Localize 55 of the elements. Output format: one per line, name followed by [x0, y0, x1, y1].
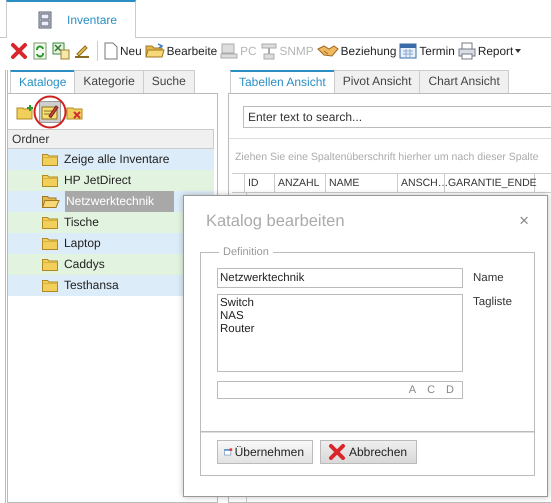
field-label: Tagliste [473, 295, 512, 310]
panel-tab[interactable]: Kategorie [74, 70, 144, 93]
view-tab[interactable]: Tabellen Ansicht [230, 70, 335, 93]
search-field[interactable]: Enter text to search... [243, 106, 551, 128]
toolbar-button[interactable]: Termin [399, 40, 455, 62]
refresh-icon[interactable] [31, 40, 49, 62]
letter-filter[interactable]: D [446, 384, 454, 396]
column-header: Ordner [8, 129, 214, 149]
new-folder-icon[interactable] [16, 104, 34, 120]
folder-icon [42, 153, 58, 166]
app-tab[interactable]: Inventare [6, 0, 136, 38]
column-header[interactable]: ANSCH… [398, 174, 445, 192]
letter-filter[interactable]: A [408, 384, 416, 396]
dialog-button[interactable]: Abbrechen [320, 440, 417, 464]
folder-item[interactable]: Tische [63, 212, 103, 233]
column-header[interactable]: GARANTIE_ENDE [445, 174, 535, 192]
toolbar-button[interactable]: Beziehung [316, 40, 396, 62]
column-header[interactable]: ANZAHL [275, 174, 326, 192]
folder-icon [42, 174, 58, 187]
field-label: Name [473, 271, 504, 286]
panel-tab[interactable]: Suche [142, 70, 195, 93]
edit-icon[interactable] [41, 104, 59, 120]
toolbar-button[interactable]: Bearbeite [144, 40, 218, 62]
folder-icon [42, 279, 58, 292]
group-hint: Ziehen Sie eine Spaltenüberschrift hierher um nach dieser Spalte [234, 150, 540, 165]
toolbar-button[interactable]: Neu [104, 40, 142, 62]
device-icon [260, 42, 278, 60]
export-icon[interactable] [52, 40, 70, 62]
open-folder-icon [144, 43, 165, 59]
tag-list-field[interactable]: Switch NAS Router [217, 294, 463, 372]
highlight-circle [33, 95, 67, 129]
printer-icon [458, 42, 476, 60]
computer-icon [220, 43, 238, 59]
close-button[interactable]: × [519, 211, 535, 231]
definition-group: Definition Netzwerktechnik Name Switch NAS Router Tagliste A C D Übernehmen Abbrechen [200, 246, 535, 476]
column-header[interactable]: NAME [326, 174, 398, 192]
toolbar-button[interactable]: Report [458, 40, 522, 62]
cabinet-icon [37, 11, 53, 29]
page-icon [104, 42, 118, 60]
name-field[interactable]: Netzwerktechnik [217, 268, 463, 288]
column-header[interactable]: ID [245, 174, 275, 192]
panel-tab[interactable]: Kataloge [10, 70, 76, 93]
delete-icon[interactable] [10, 40, 28, 62]
view-tab[interactable]: Pivot Ansicht [334, 70, 420, 93]
folder-icon [42, 237, 58, 250]
folder-icon [42, 216, 58, 229]
view-tab[interactable]: Chart Ansicht [419, 70, 509, 93]
handshake-icon [316, 44, 339, 58]
dialog-title: Katalog bearbeiten [206, 212, 345, 230]
folder-icon [42, 258, 58, 271]
letter-filter[interactable]: C [427, 384, 436, 396]
open-folder-icon [42, 195, 60, 208]
dialog-button[interactable]: Übernehmen [217, 440, 313, 464]
calendar-icon [399, 43, 418, 59]
cancel-icon [327, 442, 347, 462]
